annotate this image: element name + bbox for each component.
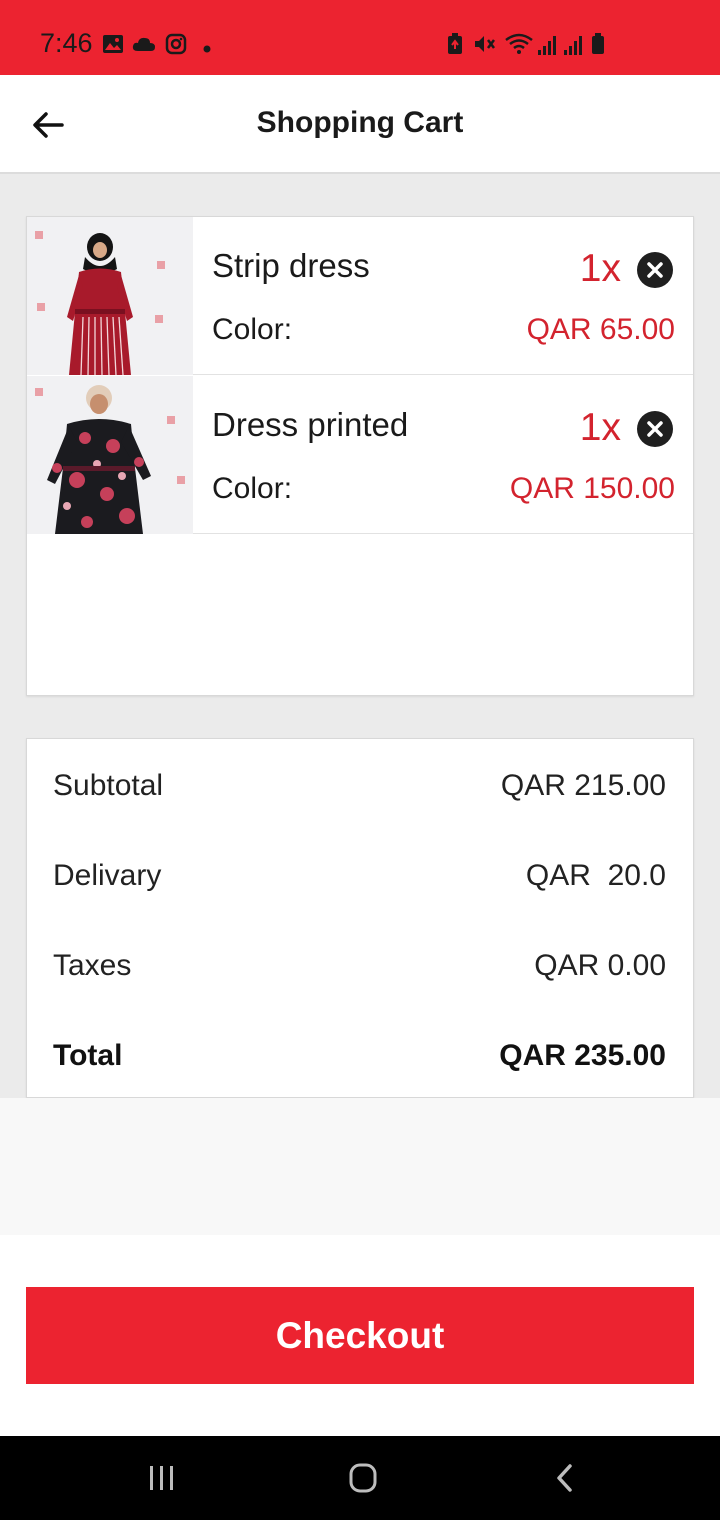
wifi-icon [504, 32, 534, 61]
subtotal-value: QAR 215.00 [500, 769, 666, 802]
status-bar: 7:46 [0, 0, 720, 75]
taxes-row: Taxes QAR 0.00 [53, 949, 666, 989]
taxes-value: QAR 0.00 [534, 949, 666, 982]
delivery-label: Delivary [53, 859, 162, 892]
app-bar: Shopping Cart [0, 75, 720, 174]
product-name: Strip dress [212, 247, 370, 284]
product-color-label: Color: [212, 313, 293, 346]
total-label: Total [53, 1039, 123, 1072]
delivery-value: QAR 20.0 [525, 859, 666, 892]
cloud-icon [132, 36, 156, 57]
total-value: QAR 235.00 [499, 1039, 666, 1072]
close-circle-icon[interactable] [637, 252, 673, 288]
back-icon[interactable] [545, 1460, 585, 1496]
spacer [0, 1098, 720, 1235]
dot-icon [203, 40, 211, 58]
home-icon[interactable] [343, 1460, 383, 1496]
close-circle-icon[interactable] [637, 411, 673, 447]
order-summary: Subtotal QAR 215.00 Delivary QAR 20.0 Ta… [26, 738, 694, 1098]
recent-apps-icon[interactable] [142, 1460, 182, 1496]
product-price: QAR 150.00 [509, 472, 675, 505]
instagram-icon [165, 33, 187, 60]
signal-icon [537, 34, 559, 61]
cart-item[interactable]: Dress printed Color: 1x QAR 150.00 [27, 376, 693, 534]
product-quantity: 1x [579, 406, 621, 449]
product-price: QAR 65.00 [526, 313, 675, 346]
subtotal-row: Subtotal QAR 215.00 [53, 769, 666, 809]
delivery-row: Delivary QAR 20.0 [53, 859, 666, 899]
mute-icon [473, 33, 497, 60]
product-name: Dress printed [212, 406, 409, 443]
signal-icon [563, 34, 585, 61]
status-time: 7:46 [40, 28, 93, 58]
battery-saver-icon [447, 33, 463, 60]
product-color-label: Color: [212, 472, 293, 505]
checkout-button[interactable]: Checkout [26, 1287, 694, 1384]
taxes-label: Taxes [53, 949, 132, 982]
system-nav-bar [0, 1436, 720, 1520]
cart-list: Strip dress Color: 1x QAR 65.00 Dress pr… [26, 216, 694, 696]
product-image[interactable] [27, 376, 193, 534]
subtotal-label: Subtotal [53, 769, 164, 802]
product-image[interactable] [27, 217, 193, 376]
cart-item[interactable]: Strip dress Color: 1x QAR 65.00 [27, 217, 693, 376]
total-row: Total QAR 235.00 [53, 1039, 666, 1079]
gallery-icon [102, 34, 124, 59]
product-quantity: 1x [579, 247, 621, 290]
page-title: Shopping Cart [256, 106, 464, 139]
battery-icon [591, 33, 605, 60]
